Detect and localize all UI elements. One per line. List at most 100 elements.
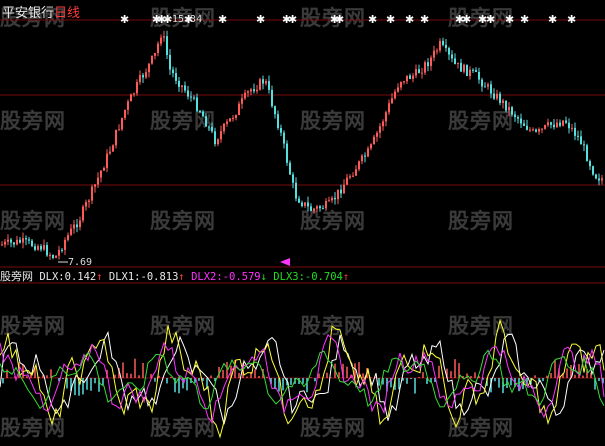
candle-body	[49, 255, 51, 257]
candle-body	[493, 93, 495, 99]
dlx3-value: -0.704	[304, 271, 343, 283]
candle-body	[259, 79, 261, 90]
candle-body	[196, 97, 198, 111]
candle-body	[415, 69, 417, 76]
candle-body	[166, 36, 168, 55]
candle-body	[52, 255, 54, 258]
candle-body	[490, 84, 492, 94]
candle-body	[268, 81, 270, 90]
grid-lines	[0, 19, 605, 379]
candle-body	[352, 175, 354, 177]
dlx1-value: -0.813	[140, 271, 179, 283]
candle-body	[232, 117, 234, 119]
cursor-marker	[280, 258, 290, 266]
candle-body	[145, 72, 147, 78]
candle-body	[574, 127, 576, 136]
candle-body	[55, 255, 57, 258]
candle-body	[565, 120, 567, 123]
signal-star: ✱	[218, 13, 227, 26]
signal-star: ✱	[256, 13, 265, 26]
candle-body	[373, 136, 375, 145]
candle-body	[349, 176, 351, 178]
candle-body	[277, 114, 279, 128]
candle-body	[310, 206, 312, 211]
signal-star: ✱	[548, 13, 557, 26]
candle-body	[586, 145, 588, 162]
candle-body	[73, 224, 75, 229]
candle-body	[79, 220, 81, 228]
candle-body	[556, 122, 558, 128]
candle-body	[22, 238, 24, 243]
candle-body	[481, 79, 483, 87]
candle-body	[235, 115, 237, 118]
dlx2-label: DLX2:	[191, 271, 223, 283]
candle-body	[343, 184, 345, 194]
candle-body	[100, 170, 102, 178]
candle-body	[601, 178, 603, 181]
candle-body	[370, 144, 372, 149]
candle-body	[397, 87, 399, 92]
candle-body	[328, 200, 330, 202]
candle-body	[142, 75, 144, 78]
candle-body	[439, 40, 441, 51]
candle-body	[505, 100, 507, 111]
candle-body	[388, 103, 390, 113]
candle-body	[331, 197, 333, 201]
candle-body	[445, 44, 447, 49]
candle-body	[511, 107, 513, 115]
candle-body	[241, 98, 243, 104]
candle-body	[190, 96, 192, 98]
candle-body	[487, 84, 489, 87]
candle-body	[535, 129, 537, 132]
candle-body	[175, 73, 177, 81]
candle-body	[454, 58, 456, 64]
candle-body	[85, 201, 87, 207]
candle-body	[229, 118, 231, 122]
candle-body	[595, 174, 597, 179]
candle-body	[205, 116, 207, 127]
candle-body	[127, 101, 129, 110]
signal-star: ✱	[405, 13, 414, 26]
candle-body	[34, 246, 36, 250]
signal-star: ✱	[462, 13, 471, 26]
candle-body	[130, 94, 132, 102]
chart-canvas[interactable]: ✱ ✱✱✱ ✱ ✱ ✱ ✱✱ ✱✱ ✱ ✱ ✱ ✱ ✱✱ ✱✱ ✱ ✱ ✱ ✱	[0, 0, 605, 446]
candle-body	[208, 126, 210, 128]
candle-body	[70, 228, 72, 236]
candle-body	[271, 89, 273, 107]
candle-body	[583, 144, 585, 146]
candle-body	[16, 239, 18, 245]
candle-body	[418, 69, 420, 74]
candle-body	[562, 120, 564, 126]
candle-body	[40, 246, 42, 250]
candle-body	[538, 129, 540, 132]
candle-body	[409, 75, 411, 79]
candle-body	[433, 50, 435, 58]
signal-star: ✱	[386, 13, 395, 26]
candle-body	[217, 139, 219, 145]
candle-body	[526, 125, 528, 130]
candle-body	[247, 91, 249, 93]
candle-body	[37, 246, 39, 250]
candle-body	[553, 124, 555, 128]
price-markers	[58, 17, 290, 266]
candle-body	[4, 241, 6, 245]
candle-body	[19, 239, 21, 243]
candle-body	[202, 111, 204, 117]
candle-body	[541, 128, 543, 130]
candle-body	[109, 151, 111, 154]
candle-body	[496, 93, 498, 99]
dlx-arrow: ↑	[96, 271, 103, 283]
candle-body	[337, 189, 339, 200]
candle-body	[406, 75, 408, 82]
candlesticks	[1, 30, 603, 260]
candle-body	[313, 208, 315, 211]
candle-body	[292, 174, 294, 183]
candle-body	[25, 238, 27, 240]
signal-star: ✱	[335, 13, 344, 26]
candle-body	[91, 186, 93, 201]
candle-body	[199, 110, 201, 112]
candle-body	[484, 86, 486, 88]
candle-body	[346, 177, 348, 185]
signal-star: ✱	[567, 13, 576, 26]
